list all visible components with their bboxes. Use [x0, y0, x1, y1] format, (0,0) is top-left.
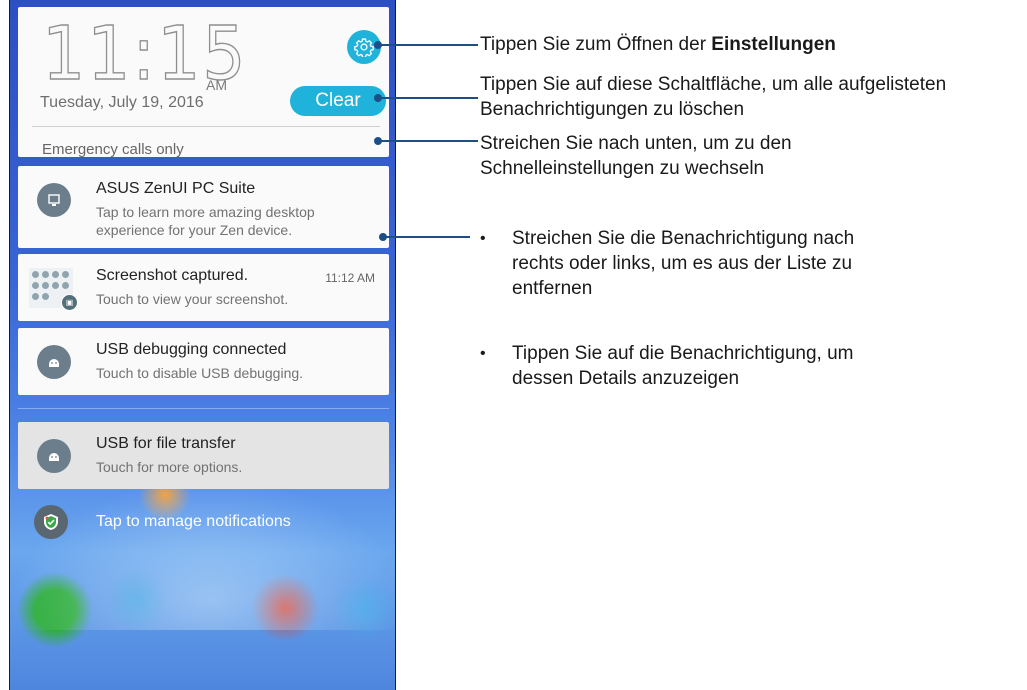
- callout-line: [378, 44, 478, 46]
- notification-screenshot[interactable]: ▣ Screenshot captured. Touch to view you…: [18, 254, 389, 321]
- notification-text: experience for your Zen device.: [96, 222, 293, 238]
- wallpaper-haze: [10, 480, 395, 630]
- emergency-calls-label: Emergency calls only: [42, 141, 184, 158]
- notification-title: ASUS ZenUI PC Suite: [96, 180, 256, 197]
- bullet: •: [480, 230, 486, 247]
- notification-text: Tap to learn more amazing desktop: [96, 204, 315, 220]
- manage-notifications-label: Tap to manage notifications: [96, 513, 291, 530]
- date-label: Tuesday, July 19, 2016: [40, 94, 204, 111]
- notification-time: 11:12 AM: [325, 271, 375, 285]
- notification-header: 11:15 AM Tuesday, July 19, 2016 Clear Em…: [18, 7, 389, 158]
- divider: [32, 126, 380, 127]
- notification-title: Screenshot captured.: [96, 267, 249, 284]
- gear-icon: [354, 38, 374, 57]
- notification-title: USB debugging connected: [96, 341, 287, 358]
- notification-pc-suite[interactable]: ASUS ZenUI PC Suite Tap to learn more am…: [18, 166, 389, 248]
- notification-usb-file-transfer[interactable]: USB for file transfer Touch for more opt…: [18, 422, 389, 489]
- notification-text: Touch to disable USB debugging.: [96, 365, 304, 381]
- annotation-tap-notification: Tippen Sie auf die Benachrichtigung, um …: [512, 343, 854, 389]
- section-divider: [18, 408, 389, 409]
- notification-text: Touch to view your screenshot.: [96, 291, 289, 307]
- manage-notifications-button[interactable]: Tap to manage notifications: [18, 505, 389, 541]
- callout-line: [383, 236, 470, 238]
- annotation-clear: Tippen Sie auf diese Schaltfläche, um al…: [480, 74, 947, 120]
- shield-icon: [34, 505, 68, 539]
- android-icon: [37, 345, 71, 379]
- clock-ampm: AM: [206, 77, 227, 93]
- callout-line: [378, 140, 478, 142]
- annotation-settings: Tippen Sie zum Öffnen der Einstellungen: [480, 34, 836, 55]
- notification-usb-debugging[interactable]: USB debugging connected Touch to disable…: [18, 328, 389, 395]
- bullet: •: [480, 345, 486, 362]
- notification-title: USB for file transfer: [96, 435, 236, 452]
- pc-suite-icon: [37, 183, 71, 217]
- clear-button[interactable]: Clear: [290, 86, 386, 116]
- annotation-swipe-notification: Streichen Sie die Benachrichtigung nach …: [512, 228, 855, 299]
- callout-line: [378, 97, 478, 99]
- notification-text: Touch for more options.: [96, 459, 243, 475]
- image-badge-icon: ▣: [61, 294, 78, 311]
- phone-screen: 11:15 AM Tuesday, July 19, 2016 Clear Em…: [9, 0, 396, 690]
- annotation-swipe: Streichen Sie nach unten, um zu den Schn…: [480, 133, 792, 179]
- android-icon: [37, 439, 71, 473]
